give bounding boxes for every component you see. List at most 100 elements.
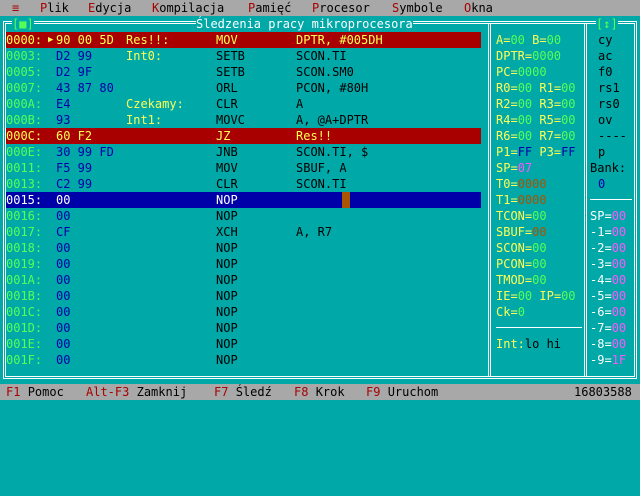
code-row[interactable]: 0011: F5 99 MOV SBUF, A xyxy=(6,160,481,176)
stack-entry[interactable]: SP=00 xyxy=(590,208,626,224)
code-row[interactable]: 000A: E4 Czekamy: CLR A xyxy=(6,96,481,112)
stack-entry[interactable]: -1=00 xyxy=(590,224,626,240)
close-button[interactable]: [■] xyxy=(12,16,34,32)
text-cursor xyxy=(342,192,350,208)
code-row[interactable]: 000E: 30 99 FD JNB SCON.TI, $ xyxy=(6,144,481,160)
code-mnemonic: NOP xyxy=(216,257,238,271)
reg-a-label: A= xyxy=(496,33,511,47)
code-row[interactable]: 001B: 00 NOP xyxy=(6,288,481,304)
reg-r0[interactable]: 00 xyxy=(518,81,532,95)
menu-plik[interactable]: Plik xyxy=(40,0,69,16)
reg-b[interactable]: 00 xyxy=(547,33,561,47)
reg-ip[interactable]: 00 xyxy=(561,289,575,303)
menu-procesor[interactable]: Procesor xyxy=(312,0,370,16)
reg-ie[interactable]: 00 xyxy=(518,289,532,303)
reg-pc[interactable]: 0000 xyxy=(518,65,547,79)
code-row[interactable]: 001C: 00 NOP xyxy=(6,304,481,320)
flag-ac[interactable]: ac xyxy=(598,48,612,64)
code-row[interactable]: 0007: 43 87 80 ORL PCON, #80H xyxy=(6,80,481,96)
code-address: 001B: xyxy=(6,289,43,303)
flag-p[interactable]: p xyxy=(598,144,605,160)
stack-value: 00 xyxy=(611,289,627,303)
menu-kompilacja[interactable]: Kompilacja xyxy=(152,0,224,16)
menu-pamiec[interactable]: Pamięć xyxy=(248,0,291,16)
reg-p1[interactable]: FF xyxy=(518,145,532,159)
menu-edycja[interactable]: Edycja xyxy=(88,0,131,16)
breakpoint-code-row[interactable]: 0000: 90 00 5D Res!!: MOV DPTR, #005DH ▶ xyxy=(6,32,481,48)
menu-symbole[interactable]: Symbole xyxy=(392,0,443,16)
reg-pcon[interactable]: 00 xyxy=(532,257,546,271)
code-row[interactable]: 0016: 00 NOP xyxy=(6,208,481,224)
flag-f0[interactable]: f0 xyxy=(598,64,612,80)
zoom-button[interactable]: [↕] xyxy=(596,16,618,32)
reg-r5[interactable]: 00 xyxy=(561,113,575,127)
step-hotkey[interactable]: F8 Krok xyxy=(294,384,345,400)
reg-ck[interactable]: 0 xyxy=(518,305,525,319)
reg-sbuf[interactable]: 00 xyxy=(532,225,546,239)
reg-r6[interactable]: 00 xyxy=(518,129,532,143)
stack-entry[interactable]: -8=00 xyxy=(590,336,626,352)
code-address: 0019: xyxy=(6,257,43,271)
key-f7: F7 xyxy=(214,385,229,399)
reg-sp[interactable]: 07 xyxy=(518,161,532,175)
flag-rs0[interactable]: rs0 xyxy=(598,96,620,112)
flag-unused: ---- xyxy=(598,129,627,143)
reg-dptr[interactable]: 0000 xyxy=(532,49,561,63)
stack-entry[interactable]: -5=00 xyxy=(590,288,626,304)
current-code-row[interactable]: 0015: 00 NOP xyxy=(6,192,481,208)
code-operands: SCON.TI xyxy=(296,49,347,63)
menu-label: lik xyxy=(47,1,69,15)
stack-entry[interactable]: -3=00 xyxy=(590,256,626,272)
code-row[interactable]: 001D: 00 NOP xyxy=(6,320,481,336)
bank-label: Bank: xyxy=(590,161,627,175)
reg-p3[interactable]: FF xyxy=(561,145,575,159)
menu-okna[interactable]: Okna xyxy=(464,0,493,16)
reg-r1[interactable]: 00 xyxy=(561,81,575,95)
menu-label: kna xyxy=(471,1,493,15)
flag-ov[interactable]: ov xyxy=(598,112,612,128)
stack-entry[interactable]: -9=1F xyxy=(590,352,626,368)
reg-ip-label: IP= xyxy=(539,289,562,303)
key-altf3: Alt-F3 xyxy=(86,385,130,399)
code-row[interactable]: 0018: 00 NOP xyxy=(6,240,481,256)
code-row[interactable]: 0003: D2 99 Int0: SETB SCON.TI xyxy=(6,48,481,64)
stack-entry[interactable]: -2=00 xyxy=(590,240,626,256)
code-row[interactable]: 001A: 00 NOP xyxy=(6,272,481,288)
code-row[interactable]: 0019: 00 NOP xyxy=(6,256,481,272)
code-row[interactable]: 0013: C2 99 CLR SCON.TI xyxy=(6,176,481,192)
code-row[interactable]: 000B: 93 Int1: MOVC A, @A+DPTR xyxy=(6,112,481,128)
close-hotkey[interactable]: Alt-F3 Zamknij xyxy=(86,384,187,400)
breakpoint-code-row[interactable]: 000C: 60 F2 JZ Res!! xyxy=(6,128,481,144)
trace-hotkey[interactable]: F7 Śledź xyxy=(214,384,272,400)
reg-r2[interactable]: 00 xyxy=(518,97,532,111)
stack-entry[interactable]: -4=00 xyxy=(590,272,626,288)
interrupt-value[interactable]: lo hi xyxy=(525,337,561,351)
code-row[interactable]: 001F: 00 NOP xyxy=(6,352,481,368)
flag-rs1[interactable]: rs1 xyxy=(598,80,620,96)
reg-t0[interactable]: 0000 xyxy=(518,177,547,191)
code-row[interactable]: 0005: D2 9F SETB SCON.SM0 xyxy=(6,64,481,80)
code-address: 000C: xyxy=(6,129,43,143)
code-row[interactable]: 0017: CF XCH A, R7 xyxy=(6,224,481,240)
system-menu-icon[interactable]: ≡ xyxy=(12,0,19,16)
code-operands: SBUF, A xyxy=(296,161,347,175)
stack-entry[interactable]: -7=00 xyxy=(590,320,626,336)
help-hotkey[interactable]: F1 Pomoc xyxy=(6,384,64,400)
code-row[interactable]: 001E: 00 NOP xyxy=(6,336,481,352)
stack-entry[interactable]: -6=00 xyxy=(590,304,626,320)
reg-t1[interactable]: 0000 xyxy=(518,193,547,207)
flag-cy[interactable]: cy xyxy=(598,32,612,48)
reg-r4[interactable]: 00 xyxy=(518,113,532,127)
reg-tmod[interactable]: 00 xyxy=(532,273,546,287)
reg-tcon[interactable]: 00 xyxy=(532,209,546,223)
status-bar: F1 Pomoc Alt-F3 Zamknij F7 Śledź F8 Krok… xyxy=(0,384,640,400)
reg-r7[interactable]: 00 xyxy=(561,129,575,143)
reg-r3[interactable]: 00 xyxy=(561,97,575,111)
reg-pc-label: PC= xyxy=(496,65,518,79)
reg-a[interactable]: 00 xyxy=(510,33,524,47)
reg-t0-label: T0= xyxy=(496,177,518,191)
stack-value: 1F xyxy=(611,353,627,367)
reg-scon[interactable]: 00 xyxy=(532,241,546,255)
run-hotkey[interactable]: F9 Uruchom xyxy=(366,384,438,400)
bank-value[interactable]: 0 xyxy=(598,176,605,192)
